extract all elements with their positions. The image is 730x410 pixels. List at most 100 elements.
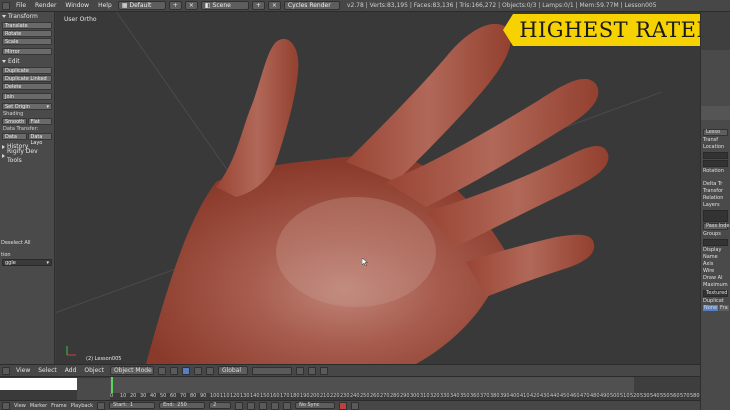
render-icon[interactable] [319, 366, 328, 375]
axis-checkbox[interactable]: Axis [701, 261, 730, 268]
menu-view[interactable]: View [14, 403, 26, 409]
smooth-button[interactable]: Smooth [2, 118, 27, 125]
join-button[interactable]: Join [2, 93, 52, 100]
hand-mesh[interactable] [56, 12, 700, 364]
menu-playback[interactable]: Playback [71, 403, 93, 409]
screen-layout-select[interactable]: ▦ Default [117, 1, 166, 10]
mode-select[interactable]: Object Mode [109, 366, 154, 375]
location-y-field[interactable] [703, 160, 728, 167]
scene-select[interactable]: ◧ Scene [200, 1, 249, 10]
duplication-none-button[interactable]: None [703, 305, 719, 311]
render-engine-select[interactable]: Cycles Render [283, 1, 340, 10]
groups-field[interactable] [703, 239, 728, 246]
pivot-icon[interactable] [169, 366, 178, 375]
duplication-frames-button[interactable]: Fra [719, 305, 729, 311]
properties-panel: Lesso Transf Location Rotation Delta Tr … [700, 12, 730, 410]
panel-delta-header[interactable]: Delta Tr [701, 181, 730, 188]
start-value: 1 [129, 402, 134, 408]
shading-icon[interactable] [157, 366, 166, 375]
menu-view[interactable]: View [14, 367, 32, 374]
editor-type-icon[interactable] [2, 366, 10, 375]
data-button[interactable]: Data [2, 133, 27, 140]
panel-duplication-header[interactable]: Duplicat [701, 298, 730, 305]
panel-groups-header[interactable]: Groups [701, 231, 730, 238]
menu-select[interactable]: Select [36, 367, 59, 374]
panel-transform-header[interactable]: Transform [0, 12, 54, 21]
panel-rigify-header[interactable]: Rigify Dev Tools [0, 148, 54, 164]
mirror-button[interactable]: Mirror [2, 48, 52, 55]
pass-index-field[interactable]: Pass Inde [703, 223, 730, 230]
menu-frame[interactable]: Frame [51, 403, 67, 409]
duplicate-button[interactable]: Duplicate [2, 67, 52, 74]
menu-marker[interactable]: Marker [30, 403, 47, 409]
keying-icon[interactable] [351, 401, 360, 410]
frame-tick-label: 570 [680, 393, 690, 399]
flat-button[interactable]: Flat [27, 118, 52, 125]
draw-type-select[interactable]: Textured [703, 290, 728, 297]
frame-tick-label: 60 [170, 393, 177, 399]
timeline-text-field[interactable] [0, 378, 77, 390]
location-x-field[interactable] [703, 152, 728, 159]
menu-object[interactable]: Object [82, 367, 106, 374]
panel-display-header[interactable]: Display [701, 247, 730, 254]
jump-end-icon[interactable] [283, 401, 292, 410]
panel-transform-header[interactable]: Transf [701, 137, 730, 144]
outliner-scroll[interactable] [701, 106, 730, 120]
current-frame-field[interactable]: 2 [209, 402, 232, 409]
duplicate-linked-button[interactable]: Duplicate Linked [2, 75, 52, 82]
scale-button[interactable]: Scale [2, 38, 52, 45]
editor-type-icon[interactable] [2, 401, 10, 410]
frame-tick-label: 450 [560, 393, 570, 399]
end-frame-field[interactable]: End: 250 [159, 402, 206, 409]
record-icon[interactable] [339, 401, 348, 410]
frame-tick-label: 440 [550, 393, 560, 399]
menu-add[interactable]: Add [63, 367, 79, 374]
next-key-icon[interactable] [271, 401, 280, 410]
draw-all-checkbox[interactable]: Draw Al [701, 275, 730, 282]
play-icon[interactable] [259, 401, 268, 410]
timeline-frames-area[interactable] [110, 377, 700, 393]
add-layout-button[interactable]: + [168, 1, 182, 10]
data-layout-button[interactable]: Data Layo [27, 133, 52, 146]
layers-grid[interactable] [703, 210, 728, 222]
menu-window[interactable]: Window [62, 2, 92, 9]
range-icon[interactable] [97, 401, 106, 410]
set-origin-button[interactable]: Set Origin ▾ [2, 103, 52, 110]
layers-buttons[interactable] [251, 366, 292, 375]
object-name-field[interactable]: Lesso [703, 129, 728, 136]
name-checkbox[interactable]: Name [701, 254, 730, 261]
proportional-icon[interactable] [295, 366, 304, 375]
close-scene-button[interactable]: × [267, 1, 281, 10]
menu-file[interactable]: File [13, 2, 29, 9]
start-frame-field[interactable]: Start: 1 [109, 402, 156, 409]
orientation-value: Global [221, 367, 242, 374]
translate-manipulator-icon[interactable] [193, 366, 202, 375]
action-value: ggle [5, 260, 16, 266]
menu-help[interactable]: Help [95, 2, 115, 9]
action-select[interactable]: ggle ▾ [2, 259, 52, 266]
editor-type-icon[interactable] [2, 1, 10, 10]
3d-viewport[interactable]: User Ortho (2) Lesson005 [56, 12, 700, 364]
layers-label: Layers [703, 202, 720, 208]
manipulator-icon[interactable] [181, 366, 190, 375]
rotate-button[interactable]: Rotate [2, 30, 52, 37]
add-scene-button[interactable]: + [251, 1, 265, 10]
frame-tick-label: 20 [130, 393, 137, 399]
close-layout-button[interactable]: × [184, 1, 198, 10]
delete-button[interactable]: Delete [2, 83, 52, 90]
sync-select[interactable]: No Sync [295, 402, 336, 409]
rotate-manipulator-icon[interactable] [205, 366, 214, 375]
timeline[interactable]: 0 10 20 30 40 50 60 70 80 90 100 110 120 130 140 150 160… [0, 376, 700, 400]
wire-checkbox[interactable]: Wire [701, 268, 730, 275]
panel-edit-header[interactable]: Edit [0, 57, 54, 66]
panel-relations-header[interactable]: Relation [701, 195, 730, 202]
panel-transform2-header[interactable]: Transfor [701, 188, 730, 195]
frame-tick-label: 50 [160, 393, 167, 399]
menu-render[interactable]: Render [32, 2, 59, 9]
prev-key-icon[interactable] [247, 401, 256, 410]
translate-button[interactable]: Translate [2, 22, 52, 29]
playhead[interactable] [111, 377, 113, 393]
snap-icon[interactable] [307, 366, 316, 375]
jump-start-icon[interactable] [235, 401, 244, 410]
orientation-select[interactable]: Global [217, 366, 248, 375]
